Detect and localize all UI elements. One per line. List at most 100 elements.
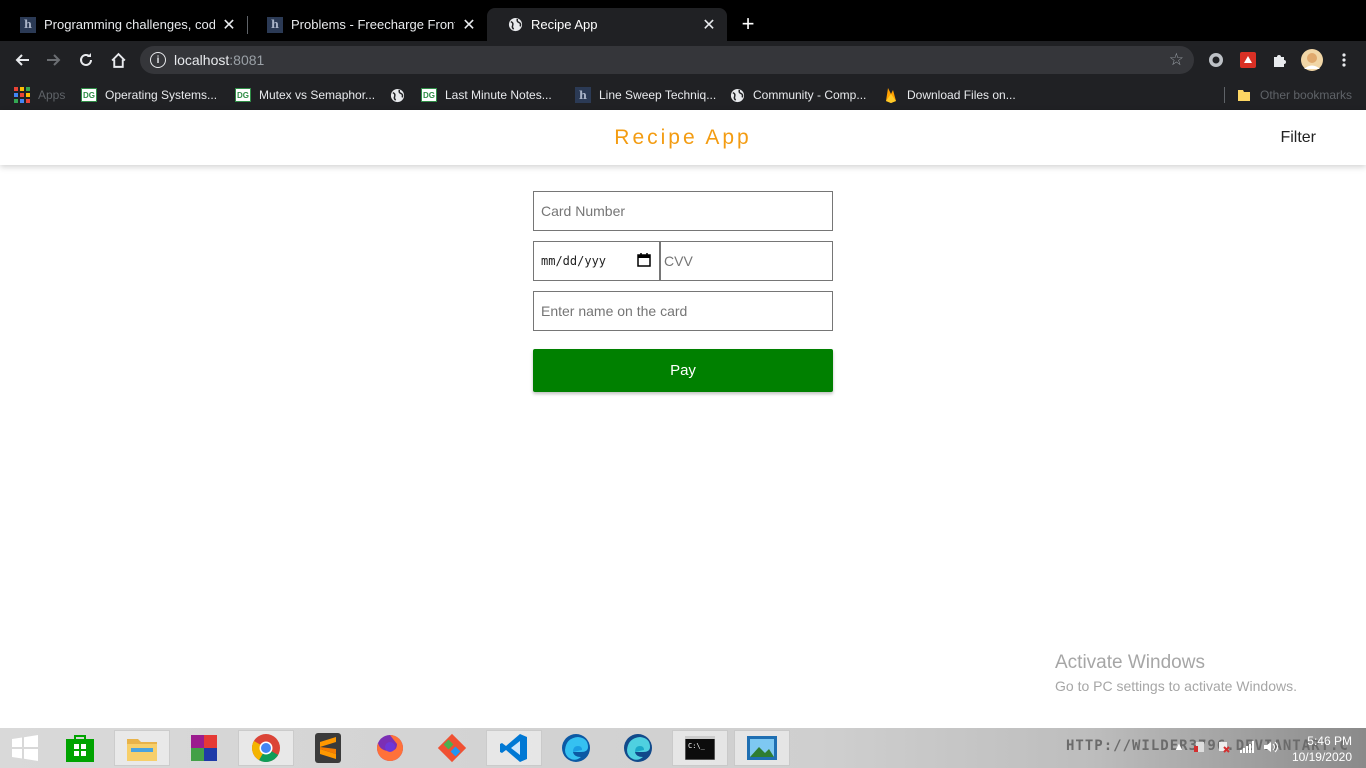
bookmark-label: Mutex vs Semaphor... bbox=[259, 88, 376, 102]
firebase-icon bbox=[883, 87, 899, 103]
profile-avatar[interactable] bbox=[1301, 49, 1323, 71]
cmd-icon[interactable]: C:\_ bbox=[672, 730, 728, 766]
card-number-placeholder: Card Number bbox=[541, 203, 626, 219]
calendar-icon[interactable] bbox=[637, 252, 651, 270]
vscode-icon[interactable] bbox=[486, 730, 542, 766]
clock-date: 10/19/2020 bbox=[1291, 750, 1352, 764]
apps-grid-icon bbox=[14, 87, 30, 103]
close-icon[interactable]: ✕ bbox=[701, 17, 717, 34]
bookmark-last-minute-notes[interactable]: DG Last Minute Notes... bbox=[421, 85, 552, 105]
address-bar[interactable]: i localhost:8081 ☆ bbox=[140, 46, 1194, 74]
bookmark-label: Apps bbox=[38, 88, 66, 102]
reload-button[interactable] bbox=[76, 50, 96, 70]
back-button[interactable] bbox=[12, 50, 32, 70]
url-port: :8081 bbox=[229, 52, 265, 68]
gfg-icon: DG bbox=[81, 87, 97, 103]
windows-taskbar: C:\_ HTTP://WILDER3796.DEVIANTART.C ▲ 5:… bbox=[0, 728, 1366, 768]
signal-strength-icon[interactable] bbox=[1240, 740, 1254, 754]
watermark-subtitle: Go to PC settings to activate Windows. bbox=[1055, 678, 1297, 694]
activate-windows-watermark: Activate Windows Go to PC settings to ac… bbox=[1055, 652, 1297, 694]
name-placeholder: Enter name on the card bbox=[541, 303, 688, 319]
bookmark-community[interactable]: Community - Comp... bbox=[729, 85, 866, 105]
browser-tab-strip: h Programming challenges, coding ✕ h Pro… bbox=[0, 0, 1366, 41]
expiry-date-input[interactable]: mm/dd/yyy bbox=[533, 241, 660, 281]
bookmark-label: Last Minute Notes... bbox=[445, 88, 552, 102]
red-extension-icon[interactable] bbox=[1239, 51, 1257, 69]
windows-start-icon[interactable] bbox=[0, 730, 50, 766]
url-host: localhost bbox=[174, 52, 230, 68]
watermark-title: Activate Windows bbox=[1055, 652, 1205, 673]
info-icon[interactable]: i bbox=[150, 52, 166, 68]
svg-text:C:\_: C:\_ bbox=[688, 742, 706, 750]
photos-icon[interactable] bbox=[734, 730, 790, 766]
cvv-input[interactable]: CVV bbox=[660, 241, 833, 281]
home-icon bbox=[110, 52, 126, 68]
gfg-icon: DG bbox=[235, 87, 251, 103]
edge-beta-icon[interactable] bbox=[610, 730, 666, 766]
show-hidden-icons-icon[interactable]: ▲ bbox=[1172, 740, 1186, 754]
network-error-icon[interactable] bbox=[1217, 740, 1231, 754]
bookmark-line-sweep[interactable]: h Line Sweep Techniq... bbox=[575, 85, 716, 105]
bookmarks-separator bbox=[1224, 87, 1225, 103]
new-tab-button[interactable]: + bbox=[737, 13, 759, 35]
tab-title: Recipe App bbox=[531, 17, 598, 32]
close-icon[interactable]: ✕ bbox=[221, 17, 237, 34]
bookmark-label: Download Files on... bbox=[907, 88, 1016, 102]
gfg-icon: DG bbox=[421, 87, 437, 103]
date-placeholder: mm/dd/yyy bbox=[541, 254, 607, 268]
clock-time: 5:46 PM bbox=[1307, 734, 1352, 748]
forward-arrow-icon bbox=[47, 54, 61, 66]
bookmark-star-icon[interactable]: ☆ bbox=[1169, 50, 1184, 70]
file-explorer-icon[interactable] bbox=[114, 730, 170, 766]
filter-link[interactable]: Filter bbox=[1280, 129, 1316, 147]
git-icon[interactable] bbox=[424, 730, 480, 766]
bookmark-globe[interactable] bbox=[389, 85, 413, 105]
tab-title: Problems - Freecharge Frontend bbox=[291, 17, 455, 32]
tab-programming-challenges[interactable]: h Programming challenges, coding ✕ bbox=[0, 8, 247, 41]
extensions-puzzle-icon[interactable] bbox=[1271, 51, 1289, 69]
bookmark-label: Operating Systems... bbox=[105, 88, 218, 102]
reload-icon bbox=[80, 53, 92, 66]
hackerrank-icon: h bbox=[575, 87, 591, 103]
bookmark-label: Community - Comp... bbox=[753, 88, 867, 102]
hackerrank-icon: h bbox=[20, 16, 36, 33]
chrome-icon[interactable] bbox=[238, 730, 294, 766]
back-arrow-icon bbox=[15, 54, 29, 66]
winrar-icon[interactable] bbox=[176, 730, 232, 766]
app-title: Recipe App bbox=[614, 126, 752, 149]
other-bookmarks[interactable]: Other bookmarks bbox=[1236, 85, 1352, 105]
page-viewport: Recipe App Filter Card Number mm/dd/yyy … bbox=[0, 110, 1366, 728]
bookmark-label: Line Sweep Techniq... bbox=[599, 88, 717, 102]
bookmark-download-files[interactable]: Download Files on... bbox=[883, 85, 1016, 105]
globe-icon bbox=[389, 87, 405, 103]
bookmark-mutex-semaphore[interactable]: DG Mutex vs Semaphor... bbox=[235, 85, 375, 105]
cvv-placeholder: CVV bbox=[664, 253, 693, 269]
tab-recipe-app[interactable]: Recipe App ✕ bbox=[487, 8, 727, 41]
name-on-card-input[interactable]: Enter name on the card bbox=[533, 291, 833, 331]
globe-icon bbox=[729, 87, 745, 103]
tab-title: Programming challenges, coding bbox=[44, 17, 215, 32]
url-text: localhost:8081 bbox=[174, 52, 264, 68]
close-icon[interactable]: ✕ bbox=[461, 17, 477, 34]
app-header: Recipe App Filter bbox=[0, 110, 1366, 165]
record-extension-icon[interactable] bbox=[1207, 51, 1225, 69]
folder-icon bbox=[1236, 87, 1252, 103]
home-button[interactable] bbox=[108, 50, 128, 70]
device-icon[interactable] bbox=[1193, 740, 1207, 754]
bookmark-apps[interactable]: Apps bbox=[14, 85, 65, 105]
hackerrank-icon: h bbox=[267, 16, 283, 33]
system-clock[interactable]: 5:46 PM 10/19/2020 bbox=[1292, 733, 1352, 765]
pay-button[interactable]: Pay bbox=[533, 349, 833, 392]
menu-kebab-icon[interactable] bbox=[1335, 51, 1353, 69]
tab-problems-freecharge[interactable]: h Problems - Freecharge Frontend ✕ bbox=[247, 8, 487, 41]
forward-button[interactable] bbox=[44, 50, 64, 70]
store-icon[interactable] bbox=[52, 730, 108, 766]
card-number-input[interactable]: Card Number bbox=[533, 191, 833, 231]
firefox-icon[interactable] bbox=[362, 730, 418, 766]
bookmark-operating-systems[interactable]: DG Operating Systems... bbox=[81, 85, 217, 105]
volume-icon[interactable] bbox=[1264, 740, 1278, 754]
globe-icon bbox=[507, 17, 523, 33]
edge-icon[interactable] bbox=[548, 730, 604, 766]
bookmarks-bar: Apps DG Operating Systems... DG Mutex vs… bbox=[0, 79, 1366, 110]
sublime-icon[interactable] bbox=[300, 730, 356, 766]
